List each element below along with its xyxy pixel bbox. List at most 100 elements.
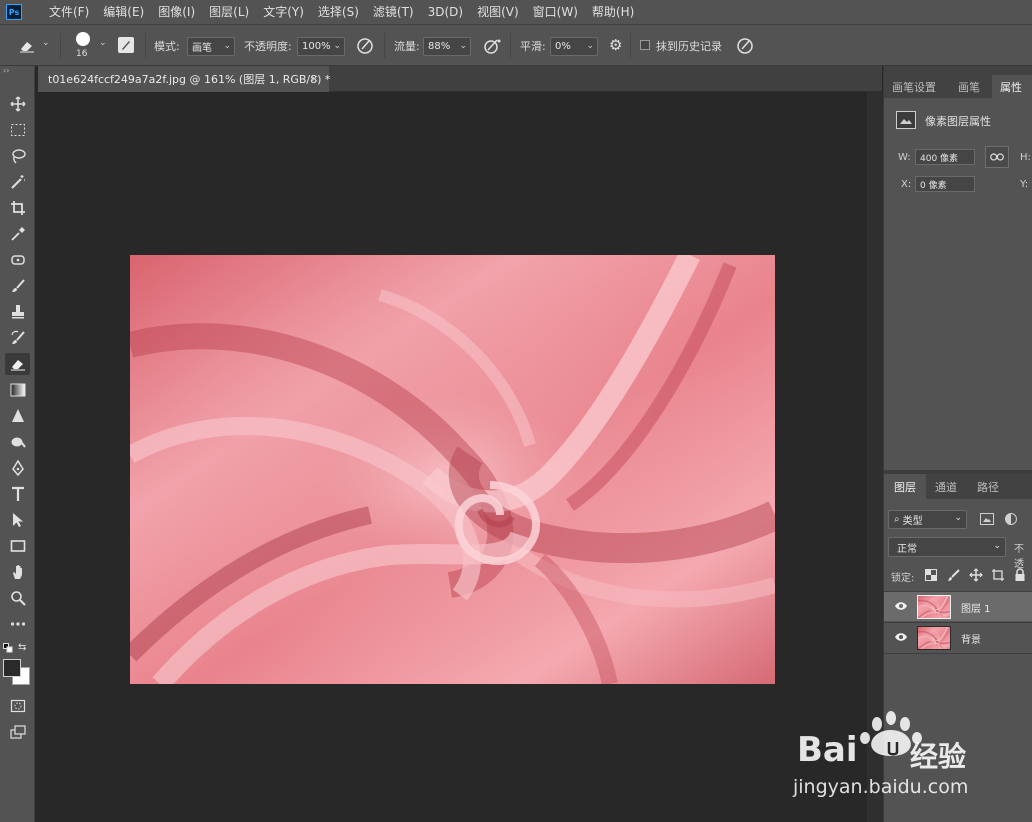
lock-pixels-icon[interactable] <box>947 568 961 585</box>
rectangle-icon[interactable] <box>5 535 30 557</box>
menu-help[interactable]: 帮助(H) <box>585 0 641 24</box>
x-label: X: <box>901 179 912 190</box>
menu-image[interactable]: 图像(I) <box>151 0 202 24</box>
filter-pixel-icon[interactable] <box>980 513 994 525</box>
chevron-down-icon: ⌄ <box>223 41 231 51</box>
mode-value: 画笔 <box>192 43 212 54</box>
default-colors-icon[interactable] <box>3 643 13 656</box>
tab-brushes[interactable]: 画笔 <box>958 75 980 98</box>
height-label: H: <box>1020 152 1031 163</box>
menu-layer[interactable]: 图层(L) <box>202 0 256 24</box>
stamp-icon[interactable] <box>5 301 30 323</box>
tab-properties[interactable]: 属性 <box>992 75 1032 98</box>
airbrush-icon[interactable] <box>483 37 503 58</box>
healing-brush-icon[interactable] <box>5 249 30 271</box>
crop-icon[interactable] <box>5 197 30 219</box>
menu-3d[interactable]: 3D(D) <box>421 0 470 24</box>
watermark-url: jingyan.baidu.com <box>793 776 969 798</box>
tools-panel: ›› ⇆ <box>0 66 35 822</box>
x-field[interactable]: 0 像素 <box>915 176 975 192</box>
brush-size-label: 16 <box>76 49 88 59</box>
pressure-opacity-icon[interactable] <box>356 37 374 58</box>
chevron-down-icon[interactable]: ⌄ <box>42 38 50 48</box>
eraser-icon[interactable] <box>5 353 30 375</box>
gradient-icon[interactable] <box>5 379 30 401</box>
menu-window[interactable]: 窗口(W) <box>526 0 585 24</box>
erase-to-history-checkbox[interactable] <box>640 40 650 50</box>
type-icon[interactable] <box>5 483 30 505</box>
lock-transparency-icon[interactable] <box>925 569 937 584</box>
tab-paths[interactable]: 路径 <box>977 474 999 499</box>
opacity-field[interactable]: 100% ⌄ <box>297 37 345 56</box>
menu-select[interactable]: 选择(S) <box>311 0 366 24</box>
brush-preview-icon[interactable] <box>76 32 90 46</box>
document-tab[interactable]: t01e624fccf249a7a2f.jpg @ 161% (图层 1, RG… <box>38 66 330 92</box>
layer-thumbnail <box>917 626 951 650</box>
layer-name[interactable]: 背景 <box>961 631 981 646</box>
opacity-label: 不透明度: <box>244 39 292 53</box>
opacity-label-truncated: 不透 <box>1014 544 1024 570</box>
lasso-icon[interactable] <box>5 145 30 167</box>
quick-mask-icon[interactable] <box>5 695 30 717</box>
menu-bar: Ps 文件(F) 编辑(E) 图像(I) 图层(L) 文字(Y) 选择(S) 滤… <box>0 0 1032 24</box>
screen-mode-icon[interactable] <box>5 721 30 743</box>
flow-field[interactable]: 88% ⌄ <box>423 37 471 56</box>
panel-collapse-bar[interactable] <box>884 66 1032 75</box>
eyedropper-icon[interactable] <box>5 223 30 245</box>
search-icon: ⌕ <box>894 514 900 525</box>
brush-icon[interactable] <box>5 275 30 297</box>
collapse-arrows-icon[interactable]: ›› <box>3 66 9 75</box>
chevron-down-icon[interactable]: ⌄ <box>99 38 107 48</box>
dodge-icon[interactable] <box>5 431 30 453</box>
properties-tab-bar: 画笔设置 画笔 属性 <box>884 75 1032 98</box>
chevron-down-icon: ⌄ <box>586 41 594 51</box>
filter-adjustment-icon[interactable] <box>1005 513 1017 525</box>
history-brush-icon[interactable] <box>5 327 30 349</box>
pressure-size-icon[interactable] <box>736 37 754 58</box>
gear-icon[interactable]: ⚙ <box>609 38 622 53</box>
menu-view[interactable]: 视图(V) <box>470 0 526 24</box>
divider <box>60 33 61 58</box>
pink-satin-image[interactable] <box>130 255 775 684</box>
menu-file[interactable]: 文件(F) <box>42 0 96 24</box>
menu-edit[interactable]: 编辑(E) <box>96 0 151 24</box>
menu-type[interactable]: 文字(Y) <box>256 0 311 24</box>
tab-channels[interactable]: 通道 <box>935 474 957 499</box>
magic-wand-icon[interactable] <box>5 171 30 193</box>
tool-preset-picker[interactable] <box>18 25 36 66</box>
blur-icon[interactable] <box>5 405 30 427</box>
blend-mode-select[interactable]: 正常 ⌄ <box>888 537 1006 557</box>
eye-icon[interactable] <box>894 632 908 645</box>
chevron-down-icon: ⌄ <box>459 41 467 51</box>
menu-filter[interactable]: 滤镜(T) <box>366 0 421 24</box>
brush-settings-toggle-icon[interactable] <box>118 37 134 53</box>
layer-row-layer1[interactable]: 图层 1 <box>884 591 1032 621</box>
lock-artboard-icon[interactable] <box>991 568 1005 585</box>
path-select-icon[interactable] <box>5 509 30 531</box>
tab-layers[interactable]: 图层 <box>884 474 926 499</box>
layer-name[interactable]: 图层 1 <box>961 600 991 615</box>
zoom-icon[interactable] <box>5 587 30 609</box>
close-icon[interactable]: × <box>310 72 319 85</box>
pen-icon[interactable] <box>5 457 30 479</box>
foreground-color-swatch[interactable] <box>3 659 21 677</box>
marquee-icon[interactable] <box>5 119 30 141</box>
lock-position-icon[interactable] <box>969 568 983 585</box>
mode-select[interactable]: 画笔 ⌄ <box>187 37 235 56</box>
layer-row-background[interactable]: 背景 <box>884 622 1032 652</box>
eye-icon[interactable] <box>894 601 908 614</box>
link-icon[interactable] <box>985 146 1009 168</box>
move-icon[interactable] <box>5 93 30 115</box>
more-tools-icon[interactable] <box>5 613 30 635</box>
options-bar: ⌄ 16 ⌄ 模式: 画笔 ⌄ 不透明度: 100% ⌄ 流量: 88% ⌄ 平滑: … <box>0 24 1032 66</box>
erase-to-history-label: 抹到历史记录 <box>656 39 722 53</box>
baidu-jingyan-watermark: Bai 经验 jingyan.baidu.com <box>785 708 1025 808</box>
layer-filter-select[interactable]: ⌕ 类型 ⌄ <box>888 510 967 529</box>
swap-colors-icon[interactable]: ⇆ <box>18 642 26 653</box>
width-field[interactable]: 400 像素 <box>915 149 975 165</box>
layer-thumbnail <box>917 595 951 619</box>
smoothing-field[interactable]: 0% ⌄ <box>550 37 598 56</box>
lock-all-icon[interactable] <box>1014 568 1026 585</box>
tab-brush-settings[interactable]: 画笔设置 <box>892 75 936 98</box>
hand-icon[interactable] <box>5 561 30 583</box>
